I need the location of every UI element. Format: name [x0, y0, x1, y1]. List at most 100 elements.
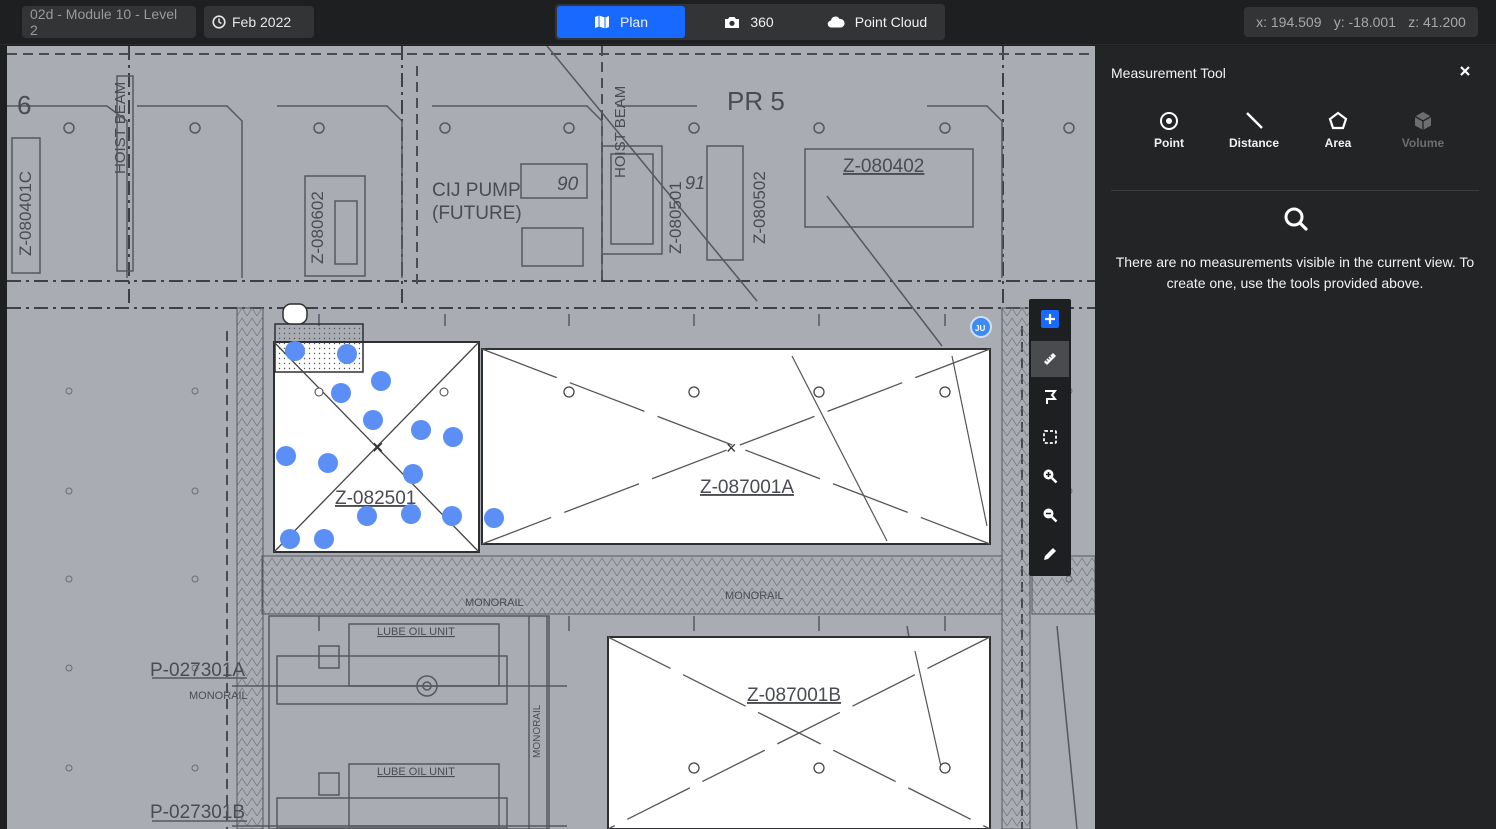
measurement-panel: Measurement Tool Point Distance Area Vol… [1095, 46, 1496, 829]
coord-y: y: -18.001 [1333, 14, 1396, 30]
map-toolbar [1029, 299, 1071, 576]
mode-plan-label: Plan [619, 14, 649, 30]
svg-text:×: × [726, 438, 737, 458]
zoom-in-button[interactable] [1031, 458, 1069, 494]
date-selector[interactable]: Feb 2022 [204, 6, 314, 38]
photo-point[interactable] [331, 383, 351, 403]
view-mode-switcher: Plan 360 Point Cloud [555, 4, 945, 40]
distance-tool-label: Distance [1228, 136, 1280, 150]
photo-point[interactable] [318, 453, 338, 473]
photo-point[interactable] [442, 506, 462, 526]
point-tool-label: Point [1154, 136, 1184, 150]
pencil-icon [1044, 548, 1056, 560]
camera-icon [725, 17, 740, 28]
hatched-walkway [261, 555, 1003, 615]
label-z-080501: Z-080501 [666, 181, 685, 254]
label-z-087001b: Z-087001B [747, 685, 841, 706]
volume-tool-label: Volume [1401, 136, 1445, 150]
close-icon [1460, 66, 1470, 76]
label-six: 6 [17, 90, 31, 120]
label-pr5: PR 5 [727, 86, 785, 116]
zoom-out-icon [1043, 508, 1058, 523]
point-tool-button[interactable]: Point [1129, 110, 1209, 150]
level-selector[interactable]: 02d - Module 10 - Level 2 [22, 6, 196, 38]
label-91: 91 [685, 173, 705, 193]
top-bar: 02d - Module 10 - Level 2 Feb 2022 Plan … [0, 0, 1496, 45]
label-monorail-3: MONORAIL [189, 690, 248, 702]
volume-tool-button[interactable]: Volume [1383, 110, 1463, 150]
add-button[interactable] [1031, 301, 1069, 337]
label-future: (FUTURE) [432, 203, 522, 224]
cloud-icon [827, 16, 845, 28]
label-90: 90 [557, 174, 579, 195]
line-icon [1246, 112, 1263, 129]
label-p-027301a: P-027301A [150, 660, 245, 681]
label-hoist-beam-1: HOIST BEAM [112, 82, 129, 174]
plan-viewer[interactable]: PR 5 6 Z-080402 Z-080401C HOIST BEAM Z-0… [7, 46, 1095, 829]
photo-point[interactable] [314, 529, 334, 549]
mode-point-cloud-button[interactable]: Point Cloud [813, 6, 941, 38]
annotate-button[interactable] [1031, 379, 1069, 415]
dashed-rect-icon [1043, 430, 1057, 444]
label-p-027301b: P-027301B [150, 802, 245, 823]
close-button[interactable] [1459, 64, 1471, 82]
edit-button[interactable] [1031, 536, 1069, 572]
label-monorail-2: MONORAIL [725, 590, 784, 602]
map-icon [594, 15, 609, 29]
panel-title: Measurement Tool [1111, 65, 1226, 81]
label-lube-oil-1: LUBE OIL UNIT [377, 626, 455, 638]
label-z-080402: Z-080402 [843, 156, 924, 177]
label-monorail-4: MONORAIL [532, 704, 543, 758]
photo-point[interactable] [484, 508, 504, 528]
svg-text:×: × [372, 437, 384, 459]
label-hoist-beam-2: HOIST BEAM [612, 86, 629, 178]
ruler-icon [1044, 353, 1056, 365]
level-label: 02d - Module 10 - Level 2 [30, 6, 178, 38]
select-area-button[interactable] [1031, 419, 1069, 455]
grid-lines [7, 46, 1095, 309]
area-tool-button[interactable]: Area [1298, 110, 1378, 150]
location-badge-label: JU [975, 324, 985, 333]
label-monorail-1: MONORAIL [465, 597, 524, 609]
target-icon [1160, 112, 1178, 130]
photo-point[interactable] [443, 427, 463, 447]
panel-divider [1111, 190, 1479, 191]
coord-x: x: 194.509 [1256, 14, 1322, 30]
photo-point[interactable] [357, 506, 377, 526]
zoom-in-icon [1043, 469, 1058, 484]
coordinate-readout: x: 194.509 y: -18.001 z: 41.200 [1244, 7, 1478, 37]
photo-point[interactable] [337, 344, 357, 364]
search-icon [1284, 207, 1308, 231]
measure-button[interactable] [1031, 341, 1069, 377]
photo-point[interactable] [403, 464, 423, 484]
date-label: Feb 2022 [232, 14, 292, 30]
clock-icon [212, 15, 226, 29]
photo-point[interactable] [276, 446, 296, 466]
polygon-icon [1328, 111, 1348, 130]
photo-point[interactable] [371, 371, 391, 391]
mode-360-label: 360 [750, 14, 774, 30]
flag-icon [1045, 390, 1057, 404]
label-z-082501: Z-082501 [335, 488, 416, 509]
mode-plan-button[interactable]: Plan [557, 6, 685, 38]
photo-point[interactable] [401, 504, 421, 524]
zoom-out-button[interactable] [1031, 497, 1069, 533]
label-lube-oil-2: LUBE OIL UNIT [377, 766, 455, 778]
photo-point[interactable] [411, 420, 431, 440]
cube-icon [1414, 112, 1432, 130]
mode-point-cloud-label: Point Cloud [854, 14, 928, 30]
left-edge [0, 46, 7, 829]
area-tool-label: Area [1324, 136, 1352, 150]
empty-state-message: There are no measurements visible in the… [1115, 254, 1475, 291]
label-z-080401c: Z-080401C [16, 171, 35, 256]
mode-360-button[interactable]: 360 [685, 6, 813, 38]
plan-drawing[interactable]: PR 5 6 Z-080402 Z-080401C HOIST BEAM Z-0… [7, 46, 1095, 829]
label-z-080502: Z-080502 [750, 171, 769, 244]
photo-point[interactable] [280, 529, 300, 549]
distance-tool-button[interactable]: Distance [1214, 110, 1294, 150]
label-cij-pump: CIJ PUMP [432, 180, 521, 201]
label-z-087001a: Z-087001A [700, 477, 794, 498]
coord-z: z: 41.200 [1408, 14, 1466, 30]
photo-point[interactable] [285, 341, 305, 361]
photo-point[interactable] [363, 410, 383, 430]
